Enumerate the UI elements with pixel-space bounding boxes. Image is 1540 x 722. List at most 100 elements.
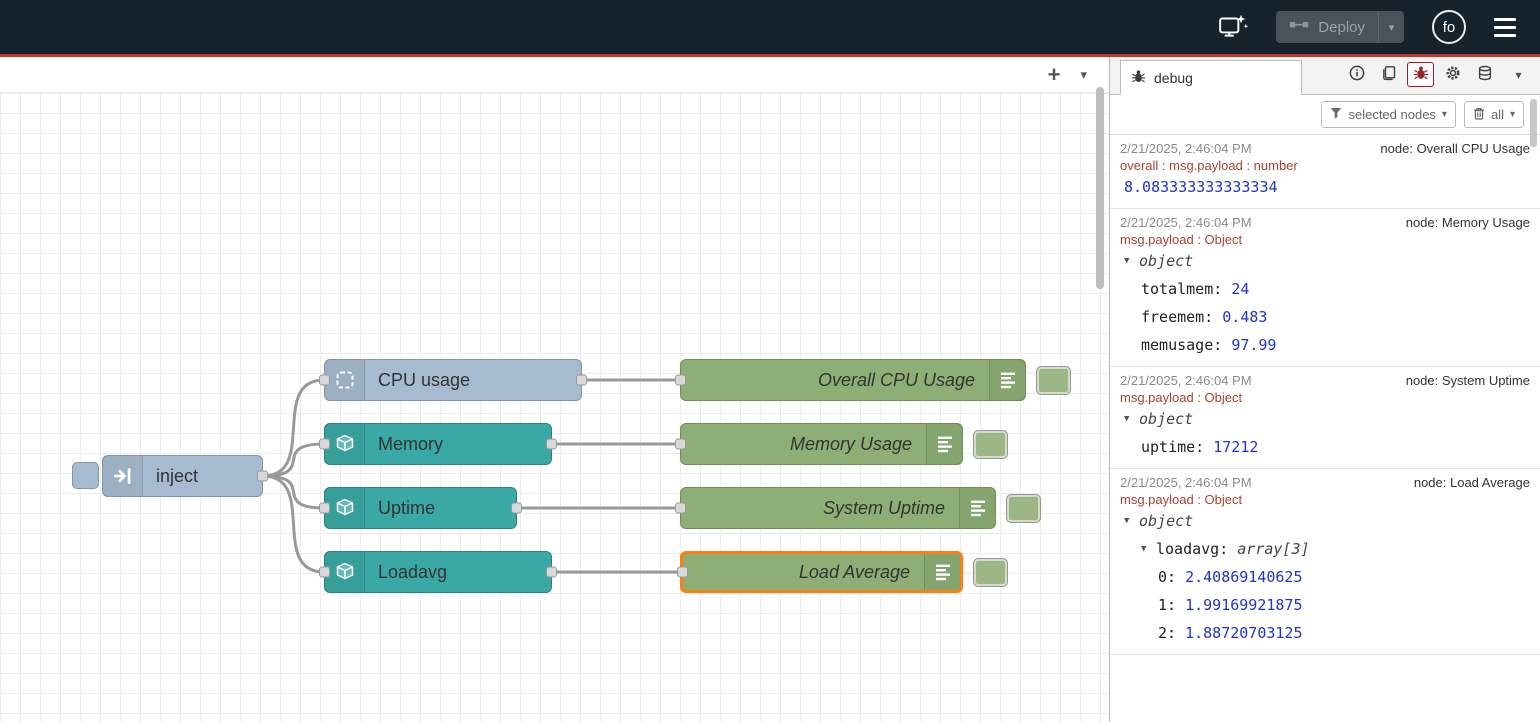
debug-tab-button[interactable] [1407, 62, 1434, 87]
database-icon [1477, 65, 1493, 84]
clear-messages-button[interactable]: all ▾ [1464, 101, 1524, 128]
node-label: inject [143, 466, 198, 487]
server-cube-icon [325, 488, 365, 528]
message-line: ▼object [1120, 247, 1530, 275]
sidebar-menu-button[interactable]: ▾ [1503, 62, 1530, 87]
node-label: Uptime [365, 498, 435, 519]
message-source: node: System Uptime [1406, 373, 1530, 388]
expand-caret-icon[interactable]: ▼ [1124, 405, 1139, 433]
node-inject[interactable]: inject [102, 455, 263, 497]
output-port[interactable] [511, 503, 522, 514]
node-loadavg[interactable]: Loadavg [324, 551, 552, 593]
message-value: 2.40869140625 [1185, 563, 1302, 591]
node-label: CPU usage [365, 370, 470, 391]
output-port[interactable] [257, 471, 268, 482]
message-value: 8.083333333333334 [1124, 173, 1278, 201]
message-line: uptime: 17212 [1120, 433, 1530, 461]
canvas-vertical-scrollbar[interactable] [1096, 87, 1104, 289]
object-key: memusage: [1141, 331, 1231, 359]
sidebar-scrollbar[interactable] [1530, 99, 1537, 147]
inject-icon [103, 456, 143, 496]
output-port[interactable] [546, 567, 557, 578]
chevron-down-icon: ▾ [1389, 21, 1395, 34]
debug-list-icon [924, 554, 960, 590]
deploy-button[interactable]: Deploy [1276, 11, 1378, 43]
output-port[interactable] [576, 375, 587, 386]
tab-label: debug [1154, 70, 1193, 86]
input-port[interactable] [675, 503, 686, 514]
expand-caret-icon[interactable]: ▼ [1141, 535, 1156, 563]
chevron-down-icon: ▾ [1515, 68, 1521, 82]
debug-enable-toggle[interactable] [973, 558, 1008, 587]
input-port[interactable] [319, 503, 330, 514]
output-port[interactable] [546, 439, 557, 450]
node-overall-cpu-usage[interactable]: Overall CPU Usage [680, 359, 1026, 401]
filter-nodes-button[interactable]: selected nodes ▾ [1321, 101, 1455, 128]
message-source: node: Memory Usage [1406, 215, 1530, 230]
node-load-average[interactable]: Load Average [680, 551, 963, 593]
message-line: 1: 1.99169921875 [1120, 591, 1530, 619]
message-property-path: msg.payload : Object [1120, 390, 1530, 405]
config-tab-button[interactable] [1439, 62, 1466, 87]
tab-debug[interactable]: debug [1120, 60, 1302, 95]
add-flow-button[interactable]: + [1046, 62, 1063, 88]
debug-enable-toggle[interactable] [973, 430, 1008, 459]
expand-caret-icon[interactable]: ▼ [1124, 247, 1139, 275]
help-tab-button[interactable] [1375, 62, 1402, 87]
input-port[interactable] [319, 567, 330, 578]
debug-message: 2/21/2025, 2:46:04 PMnode: Overall CPU U… [1110, 135, 1540, 209]
message-value: 0.483 [1222, 303, 1267, 331]
input-port[interactable] [319, 375, 330, 386]
node-system-uptime[interactable]: System Uptime [680, 487, 996, 529]
object-key: loadavg: [1156, 535, 1237, 563]
input-port[interactable] [677, 567, 688, 578]
context-data-tab-button[interactable] [1471, 62, 1498, 87]
inject-run-button[interactable] [72, 462, 99, 489]
input-port[interactable] [675, 375, 686, 386]
message-value: 1.99169921875 [1185, 591, 1302, 619]
debug-list-icon [989, 360, 1025, 400]
assistant-button[interactable] [1218, 13, 1248, 42]
node-memory-usage[interactable]: Memory Usage [680, 423, 963, 465]
debug-enable-toggle[interactable] [1036, 366, 1071, 395]
debug-message: 2/21/2025, 2:46:04 PMnode: Load Averagem… [1110, 469, 1540, 655]
debug-list-icon [959, 488, 995, 528]
message-value: 97.99 [1231, 331, 1276, 359]
message-timestamp: 2/21/2025, 2:46:04 PM [1120, 141, 1252, 156]
flow-canvas[interactable]: + ▾ [0, 57, 1110, 722]
expand-caret-icon[interactable]: ▼ [1124, 507, 1139, 535]
message-header: 2/21/2025, 2:46:04 PMnode: Memory Usage [1120, 215, 1530, 230]
debug-message-list: 2/21/2025, 2:46:04 PMnode: Overall CPU U… [1110, 135, 1540, 722]
chevron-down-icon: ▾ [1510, 109, 1515, 120]
object-key: 1: [1158, 591, 1185, 619]
flow-list-chevron-icon[interactable]: ▾ [1078, 66, 1089, 83]
object-key: freemem: [1141, 303, 1222, 331]
node-cpu-usage[interactable]: CPU usage [324, 359, 582, 401]
node-label: Overall CPU Usage [681, 370, 989, 391]
debug-enable-toggle[interactable] [1006, 494, 1041, 523]
message-header: 2/21/2025, 2:46:04 PMnode: Load Average [1120, 475, 1530, 490]
main-menu-button[interactable] [1494, 18, 1516, 37]
node-label: Load Average [683, 562, 924, 583]
type-hint: object [1139, 405, 1193, 433]
avatar-label: fo [1443, 19, 1456, 36]
deploy-icon [1289, 18, 1309, 36]
deploy-options-button[interactable]: ▾ [1378, 11, 1404, 43]
type-hint: array[3] [1237, 535, 1309, 563]
node-uptime[interactable]: Uptime [324, 487, 517, 529]
input-port[interactable] [319, 439, 330, 450]
deploy-label: Deploy [1318, 19, 1365, 36]
message-source: node: Load Average [1414, 475, 1530, 490]
message-header: 2/21/2025, 2:46:04 PMnode: System Uptime [1120, 373, 1530, 388]
input-port[interactable] [675, 439, 686, 450]
message-line: freemem: 0.483 [1120, 303, 1530, 331]
debug-message: 2/21/2025, 2:46:04 PMnode: System Uptime… [1110, 367, 1540, 469]
message-line: ▼object [1120, 405, 1530, 433]
node-memory[interactable]: Memory [324, 423, 552, 465]
node-label: Loadavg [365, 562, 447, 583]
bug-icon [1413, 65, 1429, 84]
deploy-button-group: Deploy ▾ [1276, 11, 1404, 43]
info-tab-button[interactable] [1343, 62, 1370, 87]
user-avatar[interactable]: fo [1432, 10, 1466, 44]
message-value: 1.88720703125 [1185, 619, 1302, 647]
